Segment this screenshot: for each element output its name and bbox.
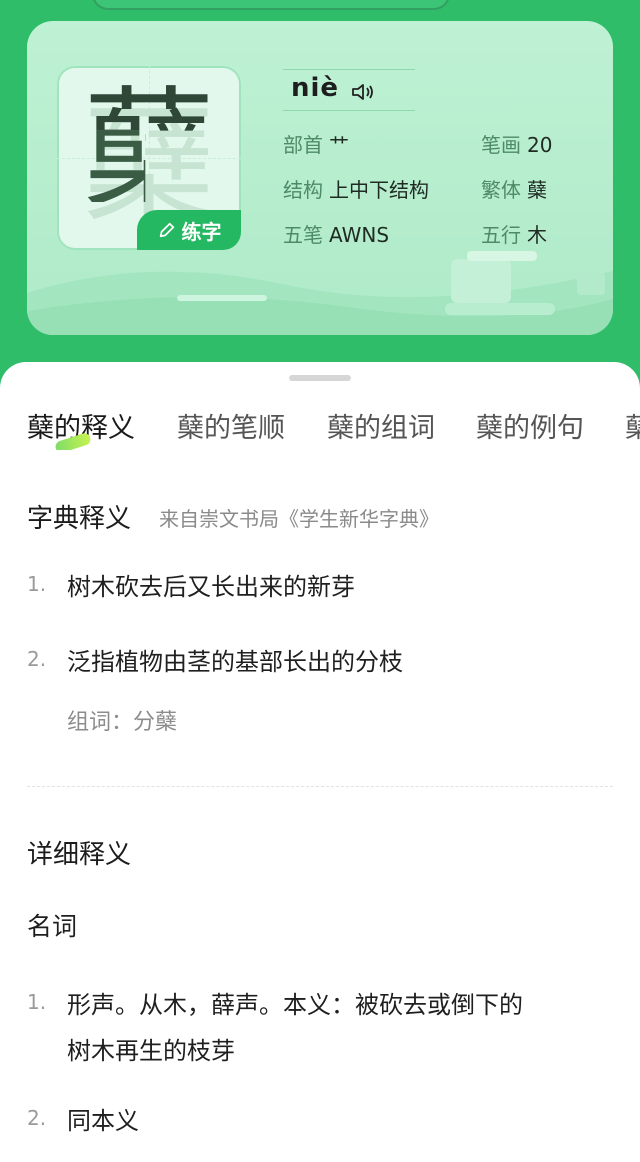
drag-handle[interactable] (289, 375, 351, 381)
tab-stroke-order[interactable]: 蘖的笔顺 (177, 406, 285, 445)
info-wuxing: 五行木 (481, 219, 547, 248)
info-label: 部首 (283, 133, 323, 157)
search-bar[interactable] (92, 0, 450, 10)
info-value: 艹 (329, 133, 349, 157)
dictionary-source: 来自崇文书局《学生新华字典》 (159, 507, 439, 531)
character-practice-box[interactable]: 蘖 蘖 蘖 练字 (57, 66, 241, 250)
info-label: 五行 (481, 223, 521, 247)
detailed-title: 详细释义 (27, 834, 132, 873)
character-card: 蘖 蘖 蘖 练字 niè 部首艹 笔画 20 结构 上中下结构 繁体蘖 五笔 AWNS… (27, 21, 613, 335)
dictionary-title: 字典释义 (27, 498, 132, 537)
part-of-speech: 名词 (27, 912, 78, 941)
info-radical: 部首艹 (283, 129, 349, 158)
pencil-icon (159, 222, 174, 238)
content-sheet: 蘖的释义 蘖的笔顺 蘖的组词 蘖的例句 蘖 字典释义 来自崇文书局《学生新华字典… (0, 362, 640, 1162)
list-number: 1. (27, 572, 47, 596)
list-number: 2. (27, 647, 47, 671)
info-label: 繁体 (481, 178, 521, 202)
definition-text: 形声。从木，薛声。本义：被砍去或倒下的 (67, 991, 523, 1019)
definition-text: 树木再生的枝芽 (67, 1037, 235, 1065)
top-bar (0, 0, 640, 20)
info-wubi: 五笔 AWNS (283, 219, 389, 248)
info-value: 蘖 (527, 178, 547, 202)
word-example[interactable]: 组词：分蘖 (67, 704, 177, 736)
list-number: 1. (27, 990, 47, 1014)
info-value: 20 (527, 133, 553, 157)
info-value: 木 (527, 223, 547, 247)
practice-label: 练字 (181, 219, 222, 244)
detailed-title-text: 详细释义 (27, 840, 132, 870)
definition-text: 泛指植物由茎的基部长出的分枝 (67, 648, 403, 676)
section-divider (27, 786, 613, 787)
info-label: 笔画 (481, 133, 521, 157)
pinyin: niè (291, 73, 340, 103)
info-value: AWNS (329, 223, 390, 247)
speaker-icon[interactable] (350, 81, 376, 103)
list-number: 2. (27, 1106, 47, 1130)
tab-bar: 蘖的释义 蘖的笔顺 蘖的组词 蘖的例句 蘖 (27, 406, 640, 450)
tab-words[interactable]: 蘖的组词 (327, 406, 435, 445)
practice-writing-button[interactable]: 练字 (137, 210, 241, 250)
definition-text: 同本义 (67, 1107, 139, 1135)
info-label: 结构 (283, 178, 323, 202)
info-traditional: 繁体蘖 (481, 174, 547, 203)
tab-examples[interactable]: 蘖的例句 (476, 406, 584, 445)
info-value: 上中下结构 (329, 178, 429, 202)
info-strokes: 笔画 20 (481, 129, 552, 158)
tab-more[interactable]: 蘖 (625, 406, 640, 445)
dictionary-title-text: 字典释义 (27, 504, 132, 534)
info-label: 五笔 (283, 223, 323, 247)
definition-text: 树木砍去后又长出来的新芽 (67, 573, 355, 601)
info-structure: 结构 上中下结构 (283, 174, 429, 203)
